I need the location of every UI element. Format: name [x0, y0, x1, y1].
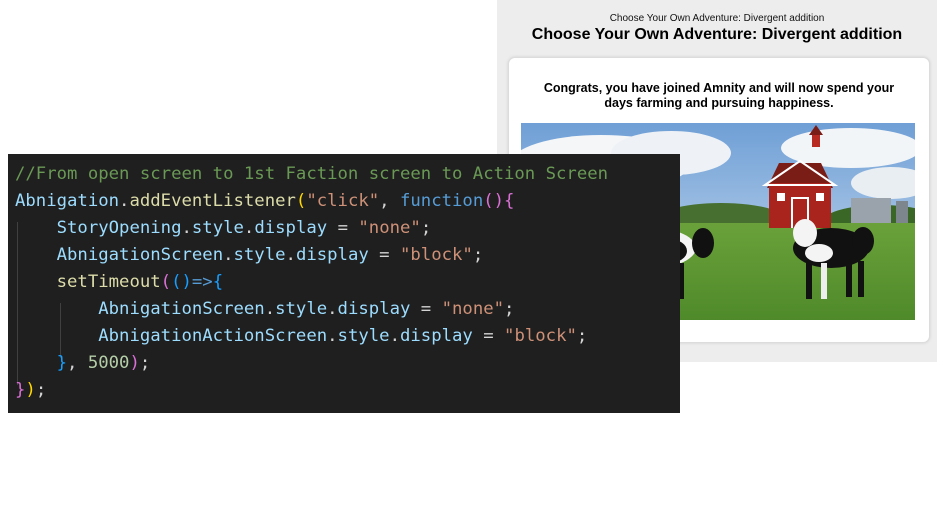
code-object: AbnigationScreen [98, 299, 265, 319]
code-line-5: setTimeout(()=>{ [15, 269, 223, 296]
code-paren: () [483, 191, 505, 211]
code-property: style [275, 299, 328, 319]
code-brace: } [56, 353, 68, 373]
code-dot: . [264, 299, 276, 319]
code-line-7: AbnigationActionScreen.style.display = "… [15, 323, 587, 350]
code-comma: , [67, 353, 88, 373]
code-string: "none" [441, 299, 505, 319]
code-semicolon: ; [420, 218, 432, 238]
code-object: AbnigationScreen [56, 245, 224, 265]
code-dot: . [181, 218, 192, 238]
code-method: addEventListener [129, 191, 296, 211]
code-property: display [337, 299, 411, 319]
code-property: style [233, 245, 286, 265]
code-operator: = [368, 245, 400, 265]
code-line-4: AbnigationScreen.style.display = "block"… [15, 242, 484, 269]
code-function-call: setTimeout [56, 272, 161, 292]
code-property: style [191, 218, 244, 238]
code-line-8: }, 5000); [15, 350, 151, 377]
result-message: Congrats, you have joined Amnity and wil… [543, 81, 895, 110]
code-string: "block" [504, 326, 577, 346]
code-dot: . [389, 326, 400, 346]
code-paren: () [171, 272, 192, 292]
code-paren: ) [129, 353, 140, 373]
code-property: display [399, 326, 473, 346]
code-dot: . [327, 326, 338, 346]
code-operator: = [410, 299, 442, 319]
code-comment: //From open screen to 1st Faction screen… [15, 164, 609, 184]
code-object: Abnigation [15, 191, 120, 211]
code-paren: ( [160, 272, 172, 292]
code-operator: = [327, 218, 359, 238]
code-line-2: Abnigation.addEventListener("click", fun… [15, 188, 514, 215]
code-dot: . [243, 218, 255, 238]
code-brace: { [212, 272, 224, 292]
code-dot: . [119, 191, 130, 211]
code-object: StoryOpening [56, 218, 182, 238]
code-operator: = [472, 326, 505, 346]
code-paren: ) [25, 380, 36, 400]
code-keyword: function [399, 191, 484, 211]
code-editor: //From open screen to 1st Faction screen… [8, 154, 680, 413]
code-property: style [337, 326, 390, 346]
code-object: AbnigationActionScreen [98, 326, 328, 346]
code-line-6: AbnigationScreen.style.display = "none"; [15, 296, 514, 323]
code-string: "click" [306, 191, 380, 211]
code-brace: { [504, 191, 515, 211]
code-string: "block" [400, 245, 473, 265]
code-dot: . [223, 245, 234, 265]
code-semicolon: ; [504, 299, 515, 319]
code-semicolon: ; [139, 353, 151, 373]
code-semicolon: ; [472, 245, 484, 265]
code-dot: . [327, 299, 338, 319]
code-string: "none" [358, 218, 421, 238]
code-property: display [295, 245, 369, 265]
code-comma: , [379, 191, 400, 211]
code-arrow: => [191, 272, 213, 292]
code-line-3: StoryOpening.style.display = "none"; [15, 215, 432, 242]
code-line-9: }); [15, 377, 46, 404]
page-title: Choose Your Own Adventure: Divergent add… [531, 26, 903, 43]
code-brace: } [15, 380, 26, 400]
page-small-title: Choose Your Own Adventure: Divergent add… [609, 13, 825, 24]
code-dot: . [285, 245, 296, 265]
code-number: 5000 [87, 353, 130, 373]
code-paren: ( [295, 191, 307, 211]
code-semicolon: ; [576, 326, 588, 346]
code-line-1: //From open screen to 1st Faction screen… [15, 161, 608, 188]
code-property: display [254, 218, 328, 238]
code-semicolon: ; [35, 380, 47, 400]
